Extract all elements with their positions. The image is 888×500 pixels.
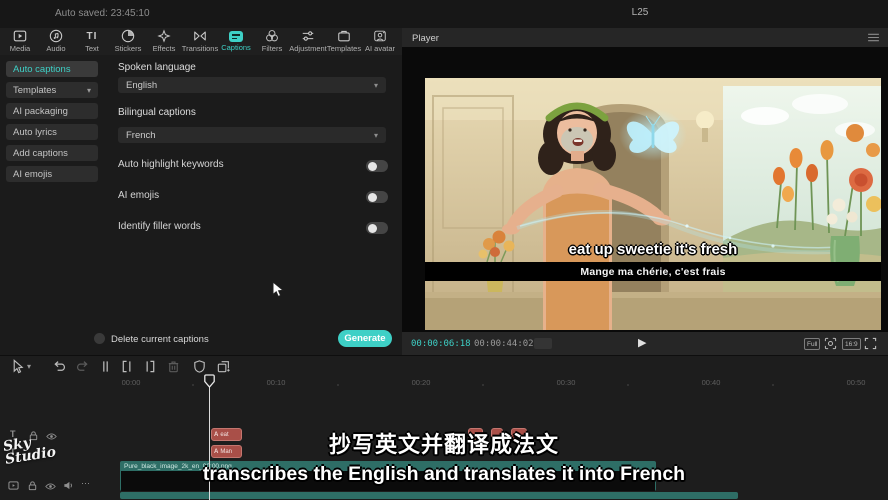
toolbar-captions[interactable]: Captions <box>218 29 254 55</box>
toolbar-effects[interactable]: Effects <box>146 29 182 55</box>
chevron-down-icon: ▾ <box>374 131 378 140</box>
overlap-tool-icon[interactable] <box>216 359 231 374</box>
text-icon: TI <box>85 29 99 43</box>
toolbar-audio[interactable]: Audio <box>38 29 74 55</box>
identify-filler-words-label: Identify filler words <box>118 221 201 232</box>
toolbar-stickers[interactable]: Stickers <box>110 29 146 55</box>
toolbar-adjustment[interactable]: Adjustment <box>290 29 326 55</box>
select-tool-caret-icon[interactable]: ▾ <box>27 362 31 371</box>
ai-emojis-label: AI emojis <box>118 190 159 201</box>
spoken-language-label: Spoken language <box>118 62 196 73</box>
subtitle-chinese: 抄写英文并翻译成法文 <box>0 427 888 459</box>
media-icon <box>13 29 27 43</box>
titlebar: Auto saved: 23:45:10 L25 <box>0 0 888 28</box>
auto-highlight-keywords-toggle[interactable] <box>366 160 388 172</box>
delete-icon[interactable] <box>166 359 181 374</box>
select-tool-icon[interactable] <box>10 359 25 374</box>
capcut-editor-window: Auto saved: 23:45:10 L25 Media Audio TI … <box>0 0 888 500</box>
video-caption-english: eat up sweetie it's fresh <box>425 241 881 258</box>
player-controls: 00:00:06:18 00:00:44:02 ▶ Full 16:9 <box>402 332 888 355</box>
sidebar-item-ai-packaging[interactable]: AI packaging <box>6 103 98 119</box>
captions-icon <box>229 31 243 42</box>
total-timecode: 00:00:44:02 <box>474 339 534 349</box>
sidebar-item-auto-lyrics[interactable]: Auto lyrics <box>6 124 98 140</box>
player-panel: Player <box>402 28 888 355</box>
project-title: L25 <box>600 7 680 18</box>
toolbar-transitions[interactable]: Transitions <box>182 29 218 55</box>
player-header: Player <box>402 28 888 47</box>
butterfly-hologram <box>619 109 687 161</box>
timeline-ruler[interactable]: 00:00 00:10 00:20 00:30 00:40 00:50 <box>0 375 888 390</box>
redo-icon[interactable] <box>74 359 89 374</box>
sidebar-item-auto-captions[interactable]: Auto captions <box>6 61 98 77</box>
toolbar-ai-avatar[interactable]: AI avatar <box>362 29 398 55</box>
player-title: Player <box>412 33 439 44</box>
bilingual-captions-select[interactable]: French ▾ <box>118 127 386 143</box>
effects-icon <box>157 29 171 43</box>
templates-icon <box>337 29 351 43</box>
autosave-status: Auto saved: 23:45:10 <box>55 8 150 19</box>
subtitle-english: transcribes the English and translates i… <box>0 463 888 486</box>
filters-icon <box>265 29 279 43</box>
video-scene <box>425 78 881 330</box>
toolbar-text[interactable]: TI Text <box>74 29 110 55</box>
video-area: eat up sweetie it's fresh Mange ma chéri… <box>402 47 888 332</box>
spoken-language-select[interactable]: English ▾ <box>118 77 386 93</box>
mouse-cursor <box>272 281 284 299</box>
chevron-down-icon: ▾ <box>374 81 378 90</box>
sidebar-item-ai-emojis[interactable]: AI emojis <box>6 166 98 182</box>
ai-emojis-toggle[interactable] <box>366 191 388 203</box>
mask-tool-icon[interactable] <box>192 359 207 374</box>
focus-icon[interactable] <box>824 337 837 350</box>
trim-right-icon[interactable] <box>142 359 157 374</box>
delete-current-captions-label: Delete current captions <box>111 334 209 345</box>
generate-button[interactable]: Generate <box>338 330 392 347</box>
main-toolbar: Media Audio TI Text Stickers Effects Tra… <box>0 28 402 55</box>
toolbar-templates[interactable]: Templates <box>326 29 362 55</box>
video-caption-bar: Mange ma chérie, c'est frais <box>425 262 881 281</box>
stickers-icon <box>121 29 135 43</box>
toolbar-filters[interactable]: Filters <box>254 29 290 55</box>
trim-left-icon[interactable] <box>120 359 135 374</box>
playhead-handle[interactable] <box>204 374 215 388</box>
aspect-ratio-button[interactable]: 16:9 <box>842 338 861 350</box>
ai-avatar-icon <box>373 29 387 43</box>
sidebar-item-add-captions[interactable]: Add captions <box>6 145 98 161</box>
captions-panel: Auto captions Templates ▾ AI packaging A… <box>0 55 403 355</box>
undo-icon[interactable] <box>52 359 67 374</box>
bilingual-captions-label: Bilingual captions <box>118 107 196 118</box>
chevron-down-icon: ▾ <box>87 86 91 95</box>
timecode-options-button[interactable] <box>534 338 552 349</box>
play-button[interactable]: ▶ <box>638 336 646 349</box>
audio-clip[interactable] <box>120 492 738 499</box>
adjustment-icon <box>301 29 315 43</box>
video-preview[interactable]: eat up sweetie it's fresh Mange ma chéri… <box>425 78 881 330</box>
video-caption-french: Mange ma chérie, c'est frais <box>580 266 725 278</box>
identify-filler-words-toggle[interactable] <box>366 222 388 234</box>
toolbar-media[interactable]: Media <box>2 29 38 55</box>
current-timecode: 00:00:06:18 <box>411 339 471 349</box>
menu-icon[interactable] <box>867 33 880 42</box>
sidebar-item-templates[interactable]: Templates ▾ <box>6 82 98 98</box>
delete-current-captions-checkbox[interactable] <box>94 333 105 344</box>
transitions-icon <box>193 29 207 43</box>
full-preview-button[interactable]: Full <box>804 338 820 350</box>
auto-highlight-keywords-label: Auto highlight keywords <box>118 159 224 170</box>
fullscreen-icon[interactable] <box>864 337 877 350</box>
split-tool-icon[interactable] <box>98 359 113 374</box>
audio-icon <box>49 29 63 43</box>
